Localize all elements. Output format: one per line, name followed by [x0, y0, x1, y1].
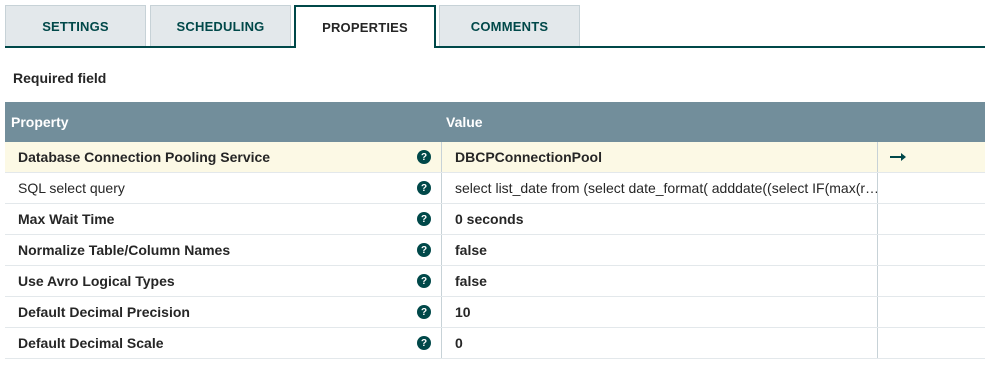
- property-value-text: false: [455, 242, 487, 258]
- help-icon[interactable]: ?: [417, 274, 431, 288]
- property-value[interactable]: 10: [455, 297, 880, 327]
- tab-bar: SETTINGS SCHEDULING PROPERTIES COMMENTS: [5, 5, 985, 48]
- property-value[interactable]: DBCPConnectionPool: [455, 142, 880, 172]
- tab-scheduling-label: SCHEDULING: [176, 18, 265, 34]
- help-icon[interactable]: ?: [417, 336, 431, 350]
- column-header-property[interactable]: Property: [11, 102, 69, 142]
- tab-settings[interactable]: SETTINGS: [5, 5, 146, 46]
- help-icon[interactable]: ?: [417, 150, 431, 164]
- property-name: SQL select query: [18, 180, 125, 196]
- table-row[interactable]: Normalize Table/Column Names ? false: [5, 235, 985, 266]
- column-divider: [877, 173, 878, 203]
- column-divider: [441, 235, 442, 265]
- required-field-label: Required field: [13, 70, 107, 86]
- property-name: Max Wait Time: [18, 211, 115, 227]
- property-name: Database Connection Pooling Service: [18, 149, 271, 165]
- property-value[interactable]: select list_date from (select date_forma…: [455, 173, 880, 203]
- property-value[interactable]: 0 seconds: [455, 204, 880, 234]
- tab-settings-label: SETTINGS: [42, 18, 109, 34]
- property-name: Use Avro Logical Types: [18, 273, 175, 289]
- column-divider: [877, 204, 878, 234]
- table-row[interactable]: Default Decimal Scale ? 0: [5, 328, 985, 359]
- property-value-text: 0: [455, 335, 463, 351]
- column-divider: [441, 266, 442, 296]
- table-row[interactable]: Database Connection Pooling Service ? DB…: [5, 142, 985, 173]
- property-value[interactable]: false: [455, 266, 880, 296]
- tab-comments-label: COMMENTS: [470, 18, 549, 34]
- table-row[interactable]: SQL select query ? select list_date from…: [5, 173, 985, 204]
- tab-properties-label: PROPERTIES: [322, 20, 408, 35]
- property-value-text: DBCPConnectionPool: [455, 149, 602, 165]
- property-name: Default Decimal Scale: [18, 335, 164, 351]
- tab-comments[interactable]: COMMENTS: [439, 5, 580, 46]
- table-row[interactable]: Default Decimal Precision ? 10: [5, 297, 985, 328]
- table-header: Property Value: [5, 102, 985, 142]
- properties-table: Property Value Database Connection Pooli…: [5, 102, 985, 359]
- property-name: Default Decimal Precision: [18, 304, 190, 320]
- property-value-text: select list_date from (select date_forma…: [455, 180, 880, 196]
- column-divider: [441, 297, 442, 327]
- column-divider: [877, 266, 878, 296]
- column-divider: [441, 142, 442, 172]
- tab-properties[interactable]: PROPERTIES: [294, 5, 436, 48]
- tab-scheduling[interactable]: SCHEDULING: [150, 5, 291, 46]
- property-value-text: 10: [455, 304, 471, 320]
- property-name: Normalize Table/Column Names: [18, 242, 231, 258]
- column-divider: [441, 173, 442, 203]
- property-value[interactable]: false: [455, 235, 880, 265]
- help-icon[interactable]: ?: [417, 243, 431, 257]
- table-row[interactable]: Max Wait Time ? 0 seconds: [5, 204, 985, 235]
- tab-underline: [5, 46, 985, 48]
- column-divider: [877, 297, 878, 327]
- property-value[interactable]: 0: [455, 328, 880, 358]
- help-icon[interactable]: ?: [417, 212, 431, 226]
- property-value-text: false: [455, 273, 487, 289]
- property-value-text: 0 seconds: [455, 211, 524, 227]
- arrow-right-icon[interactable]: [889, 147, 907, 167]
- column-divider: [441, 328, 442, 358]
- column-divider: [877, 235, 878, 265]
- table-row[interactable]: Use Avro Logical Types ? false: [5, 266, 985, 297]
- help-icon[interactable]: ?: [417, 305, 431, 319]
- help-icon[interactable]: ?: [417, 181, 431, 195]
- column-header-value[interactable]: Value: [446, 102, 483, 142]
- column-divider: [877, 328, 878, 358]
- column-divider: [877, 142, 878, 172]
- column-divider: [441, 204, 442, 234]
